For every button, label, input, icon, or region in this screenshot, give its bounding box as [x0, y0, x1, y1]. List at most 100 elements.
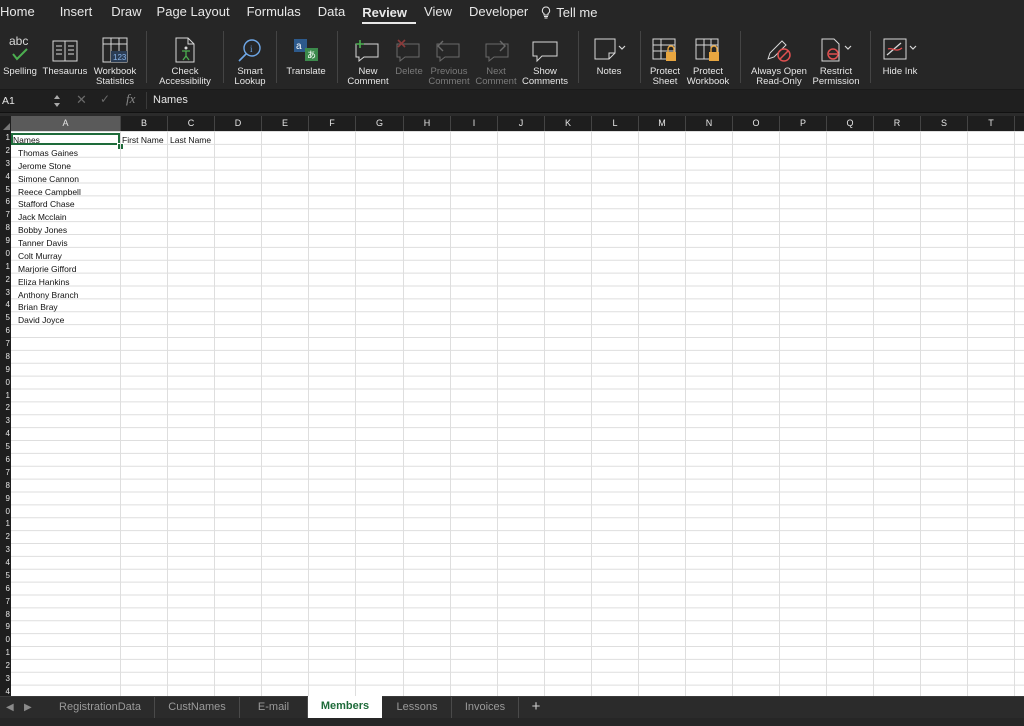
column-header-h[interactable]: H — [404, 116, 451, 131]
name-cell[interactable]: Thomas Gaines — [18, 147, 78, 159]
name-cell[interactable]: Colt Murray — [18, 250, 62, 262]
name-box-stepper-icon[interactable] — [52, 93, 62, 109]
name-cell[interactable]: David Joyce — [18, 314, 64, 326]
name-cell[interactable]: Jack Mcclain — [18, 211, 67, 223]
notes-button[interactable]: Notes — [588, 25, 630, 89]
tab-home[interactable]: Home — [0, 0, 44, 25]
sheet-tab-registrationdata[interactable]: RegistrationData — [46, 697, 155, 718]
row-header[interactable]: 4 — [0, 556, 11, 569]
row-header[interactable]: 4 — [0, 685, 11, 696]
column-header-n[interactable]: N — [686, 116, 733, 131]
thesaurus-button[interactable]: Thesaurus — [41, 25, 89, 89]
select-all-corner[interactable] — [0, 116, 11, 131]
row-header[interactable]: 0 — [0, 247, 11, 260]
column-header-q[interactable]: Q — [827, 116, 874, 131]
column-header-j[interactable]: J — [498, 116, 545, 131]
cell-a1[interactable]: Names — [13, 134, 40, 146]
column-header-c[interactable]: C — [168, 116, 215, 131]
row-header[interactable]: 1 — [0, 517, 11, 530]
row-header[interactable]: 8 — [0, 479, 11, 492]
name-cell[interactable]: Marjorie Gifford — [18, 263, 76, 275]
column-header-l[interactable]: L — [592, 116, 639, 131]
column-header-a[interactable]: A — [11, 116, 121, 131]
row-header[interactable]: 5 — [0, 311, 11, 324]
tab-draw[interactable]: Draw — [111, 0, 150, 25]
row-header[interactable]: 3 — [0, 543, 11, 556]
protect-workbook-button[interactable]: Protect Workbook — [686, 25, 730, 89]
column-header-o[interactable]: O — [733, 116, 780, 131]
tab-data[interactable]: Data — [318, 0, 354, 25]
row-header[interactable]: 9 — [0, 363, 11, 376]
spelling-button[interactable]: abc Spelling — [2, 25, 38, 89]
row-header[interactable]: 9 — [0, 492, 11, 505]
row-header[interactable]: 3 — [0, 286, 11, 299]
row-header[interactable]: 8 — [0, 608, 11, 621]
cell-c1[interactable]: Last Name — [170, 134, 211, 146]
row-header[interactable]: 6 — [0, 582, 11, 595]
column-header-f[interactable]: F — [309, 116, 356, 131]
name-cell[interactable]: Eliza Hankins — [18, 276, 70, 288]
check-accessibility-button[interactable]: Check Accessibility — [156, 25, 214, 89]
worksheet-grid[interactable]: Names First Name Last Name Thomas Gaines… — [11, 131, 1024, 696]
row-header[interactable]: 4 — [0, 427, 11, 440]
row-header[interactable]: 9 — [0, 234, 11, 247]
name-cell[interactable]: Simone Cannon — [18, 173, 79, 185]
column-header-k[interactable]: K — [545, 116, 592, 131]
tab-insert[interactable]: Insert — [60, 0, 102, 25]
column-header-d[interactable]: D — [215, 116, 262, 131]
protect-sheet-button[interactable]: Protect Sheet — [646, 25, 684, 89]
name-cell[interactable]: Tanner Davis — [18, 237, 68, 249]
row-header[interactable]: 8 — [0, 350, 11, 363]
sheet-tab-email[interactable]: E-mail — [240, 697, 308, 718]
show-comments-button[interactable]: Show Comments — [521, 25, 569, 89]
workbook-statistics-button[interactable]: 123 Workbook Statistics — [92, 25, 138, 89]
smart-lookup-button[interactable]: i Smart Lookup — [232, 25, 268, 89]
row-header[interactable]: 0 — [0, 376, 11, 389]
restrict-permission-button[interactable]: Restrict Permission — [810, 25, 862, 89]
row-header[interactable]: 7 — [0, 466, 11, 479]
cancel-entry-icon[interactable]: ✕ — [76, 92, 87, 108]
row-header[interactable]: 3 — [0, 414, 11, 427]
row-header[interactable]: 4 — [0, 298, 11, 311]
tell-me[interactable]: Tell me — [541, 0, 606, 25]
row-header[interactable]: 2 — [0, 659, 11, 672]
column-header-s[interactable]: S — [921, 116, 968, 131]
row-header[interactable]: 7 — [0, 208, 11, 221]
sheet-tab-custnames[interactable]: CustNames — [155, 697, 240, 718]
row-header[interactable]: 3 — [0, 672, 11, 685]
tab-view[interactable]: View — [424, 0, 461, 25]
row-header[interactable]: 2 — [0, 530, 11, 543]
row-header[interactable]: 5 — [0, 183, 11, 196]
row-header[interactable]: 7 — [0, 595, 11, 608]
always-open-read-only-button[interactable]: Always Open Read-Only — [750, 25, 808, 89]
next-comment-button[interactable]: Next Comment — [474, 25, 518, 89]
row-header[interactable]: 8 — [0, 221, 11, 234]
row-header[interactable]: 2 — [0, 144, 11, 157]
row-header[interactable]: 1 — [0, 646, 11, 659]
tab-page-layout[interactable]: Page Layout — [157, 0, 239, 25]
name-cell[interactable]: Jerome Stone — [18, 160, 71, 172]
column-header-m[interactable]: M — [639, 116, 686, 131]
row-header[interactable]: 3 — [0, 157, 11, 170]
sheet-tab-lessons[interactable]: Lessons — [383, 697, 452, 718]
tab-formulas[interactable]: Formulas — [247, 0, 310, 25]
hide-ink-button[interactable]: Hide Ink — [878, 25, 922, 89]
name-cell[interactable]: Reece Campbell — [18, 186, 81, 198]
sheet-tab-invoices[interactable]: Invoices — [452, 697, 519, 718]
name-cell[interactable]: Brian Bray — [18, 301, 58, 313]
row-header[interactable]: 6 — [0, 324, 11, 337]
column-header-b[interactable]: B — [121, 116, 168, 131]
row-header[interactable]: 0 — [0, 505, 11, 518]
name-cell[interactable]: Anthony Branch — [18, 289, 78, 301]
add-sheet-button[interactable]: + — [527, 697, 545, 718]
column-header-e[interactable]: E — [262, 116, 309, 131]
tab-developer[interactable]: Developer — [469, 0, 537, 25]
previous-comment-button[interactable]: Previous Comment — [428, 25, 470, 89]
row-header[interactable]: 0 — [0, 633, 11, 646]
new-comment-button[interactable]: New Comment — [346, 25, 390, 89]
formula-input[interactable]: Names — [146, 92, 1023, 109]
column-header-i[interactable]: I — [451, 116, 498, 131]
row-header[interactable]: 9 — [0, 620, 11, 633]
row-header[interactable]: 2 — [0, 273, 11, 286]
name-cell[interactable]: Bobby Jones — [18, 224, 67, 236]
